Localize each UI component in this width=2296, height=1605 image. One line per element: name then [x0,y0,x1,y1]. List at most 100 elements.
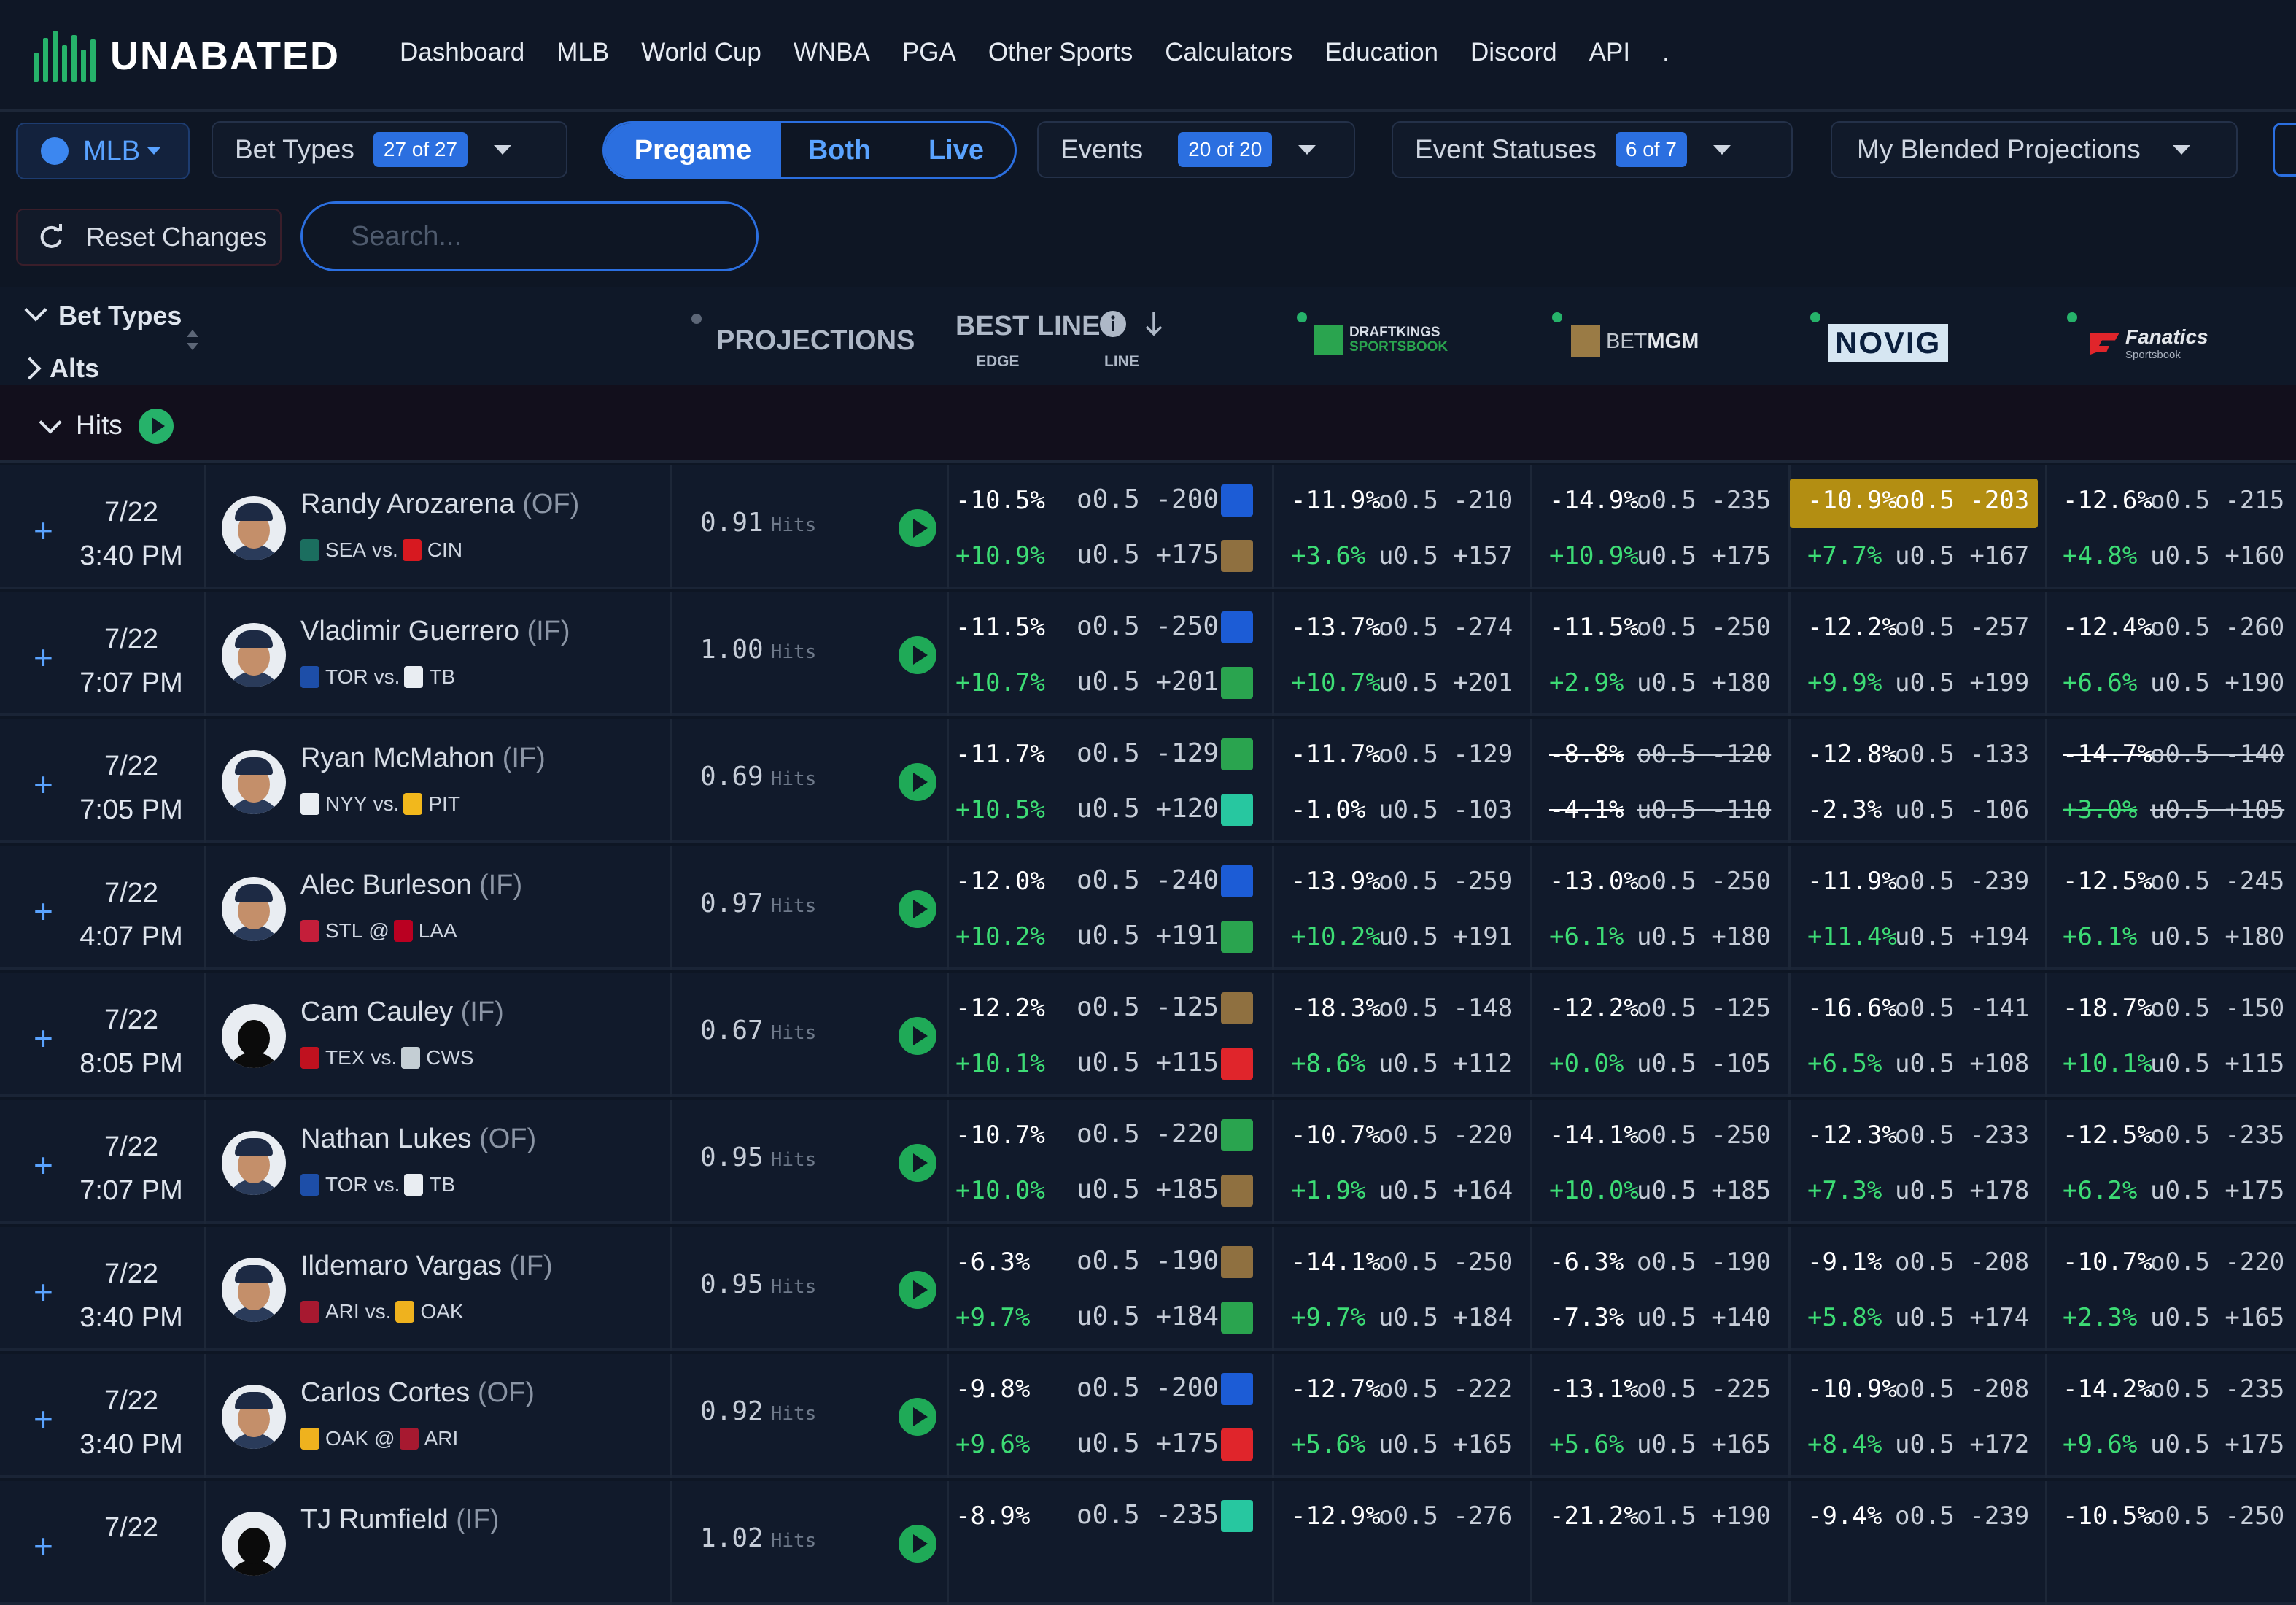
dk-over-line[interactable]: o0.5 -210 [1378,486,1513,515]
nav-mlb[interactable]: MLB [556,38,609,67]
novig-over-line[interactable]: o0.5 -208 [1895,1248,2029,1277]
dk-under-line[interactable]: u0.5 +164 [1378,1176,1513,1205]
best-under-line[interactable]: u0.5 +201 [1077,667,1219,697]
mgm-over-line[interactable]: o0.5 -250 [1637,1121,1771,1150]
novig-over-line[interactable]: o0.5 -257 [1895,613,2029,642]
dk-over-line[interactable]: o0.5 -129 [1378,740,1513,769]
mode-both-button[interactable]: Both [781,123,898,177]
best-under-line[interactable]: u0.5 +185 [1077,1175,1219,1204]
player-name[interactable]: Ildemaro Vargas (IF) [300,1250,553,1282]
mgm-over-line[interactable]: o0.5 -250 [1637,613,1771,642]
nav-education[interactable]: Education [1325,38,1438,67]
play-icon[interactable] [899,763,936,801]
best-under-line[interactable]: u0.5 +191 [1077,921,1219,951]
fan-under-line[interactable]: u0.5 +105 [2150,795,2284,824]
dk-under-line[interactable]: u0.5 +112 [1378,1049,1513,1078]
dk-over-line[interactable]: o0.5 -250 [1378,1248,1513,1277]
fan-under-line[interactable]: u0.5 +160 [2150,541,2284,571]
player-name[interactable]: TJ Rumfield (IF) [300,1504,499,1536]
sport-select[interactable]: MLB [16,123,190,179]
player-name[interactable]: Cam Cauley (IF) [300,997,504,1028]
best-over-line[interactable]: o0.5 -200 [1077,484,1219,514]
player-name[interactable]: Nathan Lukes (OF) [300,1124,536,1155]
expand-row-button[interactable]: + [34,638,53,677]
mgm-under-line[interactable]: u0.5 +140 [1637,1303,1771,1332]
novig-over-line[interactable]: o0.5 -239 [1895,1501,2029,1531]
fan-under-line[interactable]: u0.5 +190 [2150,668,2284,697]
events-filter[interactable]: Events 20 of 20 [1037,121,1355,178]
expand-row-button[interactable]: + [34,1145,53,1185]
dk-under-line[interactable]: u0.5 +165 [1378,1430,1513,1459]
fan-under-line[interactable]: u0.5 +175 [2150,1430,2284,1459]
mgm-over-line[interactable]: o0.5 -125 [1637,994,1771,1023]
bet-types-filter[interactable]: Bet Types 27 of 27 [212,121,567,178]
player-name[interactable]: Alec Burleson (IF) [300,870,522,901]
play-icon[interactable] [899,1398,936,1436]
fan-under-line[interactable]: u0.5 +180 [2150,922,2284,951]
search-input[interactable] [300,201,759,271]
best-over-line[interactable]: o0.5 -190 [1077,1246,1219,1276]
play-icon[interactable] [899,509,936,547]
nav-more[interactable]: . [1662,38,1669,67]
best-under-line[interactable]: u0.5 +120 [1077,794,1219,824]
event-statuses-filter[interactable]: Event Statuses 6 of 7 [1392,121,1793,178]
fan-over-line[interactable]: o0.5 -150 [2150,994,2284,1023]
best-over-line[interactable]: o0.5 -200 [1077,1373,1219,1403]
unabated-logo[interactable]: UNABATED [34,31,340,82]
fan-over-line[interactable]: o0.5 -235 [2150,1374,2284,1404]
novig-under-line[interactable]: u0.5 +108 [1895,1049,2029,1078]
best-over-line[interactable]: o0.5 -235 [1077,1500,1219,1530]
mode-pregame-button[interactable]: Pregame [605,123,781,177]
novig-over-line[interactable]: o0.5 -141 [1895,994,2029,1023]
fan-under-line[interactable]: u0.5 +175 [2150,1176,2284,1205]
novig-under-line[interactable]: u0.5 -106 [1895,795,2029,824]
fan-over-line[interactable]: o0.5 -140 [2150,740,2284,769]
novig-under-line[interactable]: u0.5 +167 [1895,541,2029,571]
best-over-line[interactable]: o0.5 -125 [1077,992,1219,1022]
projections-column-header[interactable]: PROJECTIONS [716,325,915,357]
player-name[interactable]: Randy Arozarena (OF) [300,489,579,520]
play-icon[interactable] [899,1525,936,1563]
reset-changes-button[interactable]: Reset Changes [16,209,282,266]
dk-under-line[interactable]: u0.5 -103 [1378,795,1513,824]
dk-under-line[interactable]: u0.5 +201 [1378,668,1513,697]
mgm-under-line[interactable]: u0.5 -105 [1637,1049,1771,1078]
novig-over-line[interactable]: o0.5 -233 [1895,1121,2029,1150]
play-icon[interactable] [899,1017,936,1055]
novig-over-line[interactable]: o0.5 -208 [1895,1374,2029,1404]
mgm-over-line[interactable]: o0.5 -235 [1637,486,1771,515]
expand-row-button[interactable]: + [34,892,53,931]
novig-under-line[interactable]: u0.5 +178 [1895,1176,2029,1205]
dk-over-line[interactable]: o0.5 -259 [1378,867,1513,896]
best-under-line[interactable]: u0.5 +115 [1077,1048,1219,1078]
mgm-under-line[interactable]: u0.5 +180 [1637,922,1771,951]
play-icon[interactable] [899,1271,936,1309]
best-under-line[interactable]: u0.5 +184 [1077,1302,1219,1331]
nav-wnba[interactable]: WNBA [794,38,870,67]
mode-live-button[interactable]: Live [898,123,1015,177]
mgm-under-line[interactable]: u0.5 +180 [1637,668,1771,697]
expand-row-button[interactable]: + [34,1526,53,1566]
best-over-line[interactable]: o0.5 -129 [1077,738,1219,768]
bet-types-column-header[interactable]: Bet Types [58,301,182,331]
fan-over-line[interactable]: o0.5 -250 [2150,1501,2284,1531]
dk-over-line[interactable]: o0.5 -274 [1378,613,1513,642]
player-name[interactable]: Vladimir Guerrero (IF) [300,616,570,647]
mgm-under-line[interactable]: u0.5 +165 [1637,1430,1771,1459]
best-under-line[interactable]: u0.5 +175 [1077,540,1219,570]
expand-row-button[interactable]: + [34,511,53,550]
dk-under-line[interactable]: u0.5 +157 [1378,541,1513,571]
mgm-over-line[interactable]: o1.5 +190 [1637,1501,1771,1531]
nav-api[interactable]: API [1589,38,1630,67]
best-under-line[interactable]: u0.5 +175 [1077,1428,1219,1458]
fan-over-line[interactable]: o0.5 -260 [2150,613,2284,642]
mgm-under-line[interactable]: u0.5 -110 [1637,795,1771,824]
novig-column-header[interactable]: NOVIG [1828,324,1949,362]
expand-row-button[interactable]: + [34,1272,53,1312]
sort-icon[interactable] [184,325,201,355]
expand-row-button[interactable]: + [34,1018,53,1058]
player-name[interactable]: Carlos Cortes (OF) [300,1377,535,1409]
player-name[interactable]: Ryan McMahon (IF) [300,743,546,774]
nav-dashboard[interactable]: Dashboard [400,38,524,67]
betmgm-column-header[interactable]: BETMGM [1571,325,1699,357]
